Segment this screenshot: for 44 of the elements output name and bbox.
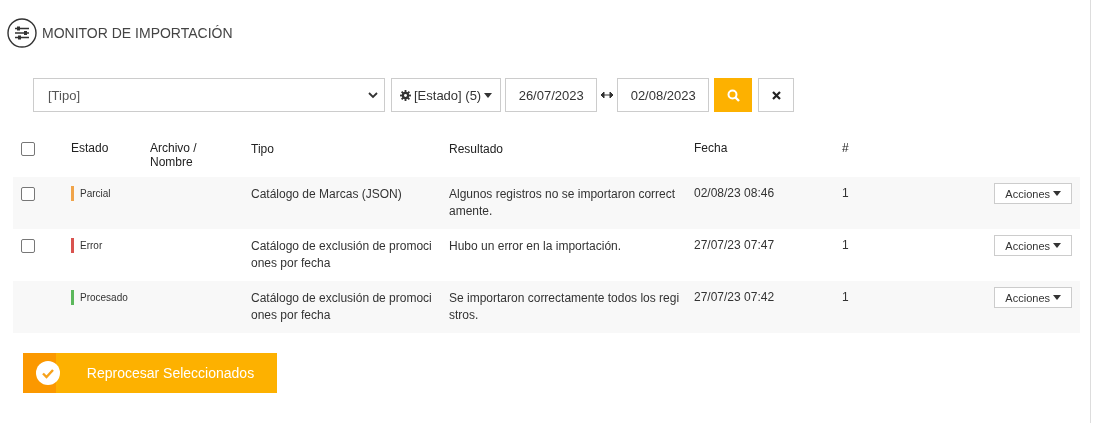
column-header: Archivo / Nombre [150, 141, 198, 169]
status-dropdown[interactable]: [Estado] (5) [391, 78, 502, 112]
table-cell: 1 [842, 290, 849, 304]
actions-dropdown[interactable]: Acciones [994, 183, 1072, 204]
date-from-field[interactable]: 26/07/2023 [505, 78, 598, 112]
page-title: MONITOR DE IMPORTACIÓN [42, 25, 233, 41]
table-cell: 1 [842, 238, 849, 252]
table-cell: 27/07/23 07:42 [694, 290, 775, 304]
table-cell-text: Algunos registros no se importaron correctamente. [449, 186, 677, 220]
column-header: Estado [71, 141, 109, 155]
caret-icon [484, 92, 493, 98]
column-header: Resultado [449, 141, 505, 158]
row-checkbox[interactable] [21, 187, 35, 201]
column-header: Fecha [694, 141, 728, 155]
row-checkbox[interactable] [21, 239, 35, 253]
column-header: Tipo [251, 141, 275, 158]
select-all-checkbox[interactable] [21, 142, 35, 156]
status-label: Error [80, 240, 103, 251]
table-cell-text: Hubo un error en la importación. [449, 238, 623, 255]
status-label: Procesado [80, 292, 128, 303]
caret-icon [1053, 243, 1061, 248]
table-cell: 27/07/23 07:47 [694, 238, 775, 252]
table-cell: 1 [842, 186, 849, 200]
column-header: # [842, 141, 849, 155]
actions-dropdown[interactable]: Acciones [994, 287, 1072, 308]
clear-button[interactable] [758, 78, 795, 112]
sliders-icon [7, 18, 37, 48]
close-icon [771, 90, 781, 100]
actions-dropdown[interactable]: Acciones [994, 235, 1072, 256]
table-cell-text: Catálogo de Marcas (JSON) [251, 186, 403, 203]
caret-icon [1053, 295, 1061, 300]
table-cell-text: Catálogo de exclusión de promociones por fecha [251, 238, 433, 272]
date-to-field[interactable]: 02/08/2023 [617, 78, 710, 112]
table-cell-text: Catálogo de exclusión de promociones por fecha [251, 290, 433, 324]
status-label: Parcial [80, 188, 111, 199]
gear-icon [400, 89, 411, 101]
caret-icon [1053, 191, 1061, 196]
type-select[interactable]: [Tipo] [33, 78, 385, 112]
chevron-down-icon [368, 91, 378, 99]
search-icon [726, 88, 740, 102]
check-circle-icon [36, 361, 60, 385]
table-cell: 02/08/23 08:46 [694, 186, 775, 200]
table-cell: Se importaron correctamente todos los registros. [449, 290, 681, 324]
range-arrow-icon [601, 92, 614, 98]
